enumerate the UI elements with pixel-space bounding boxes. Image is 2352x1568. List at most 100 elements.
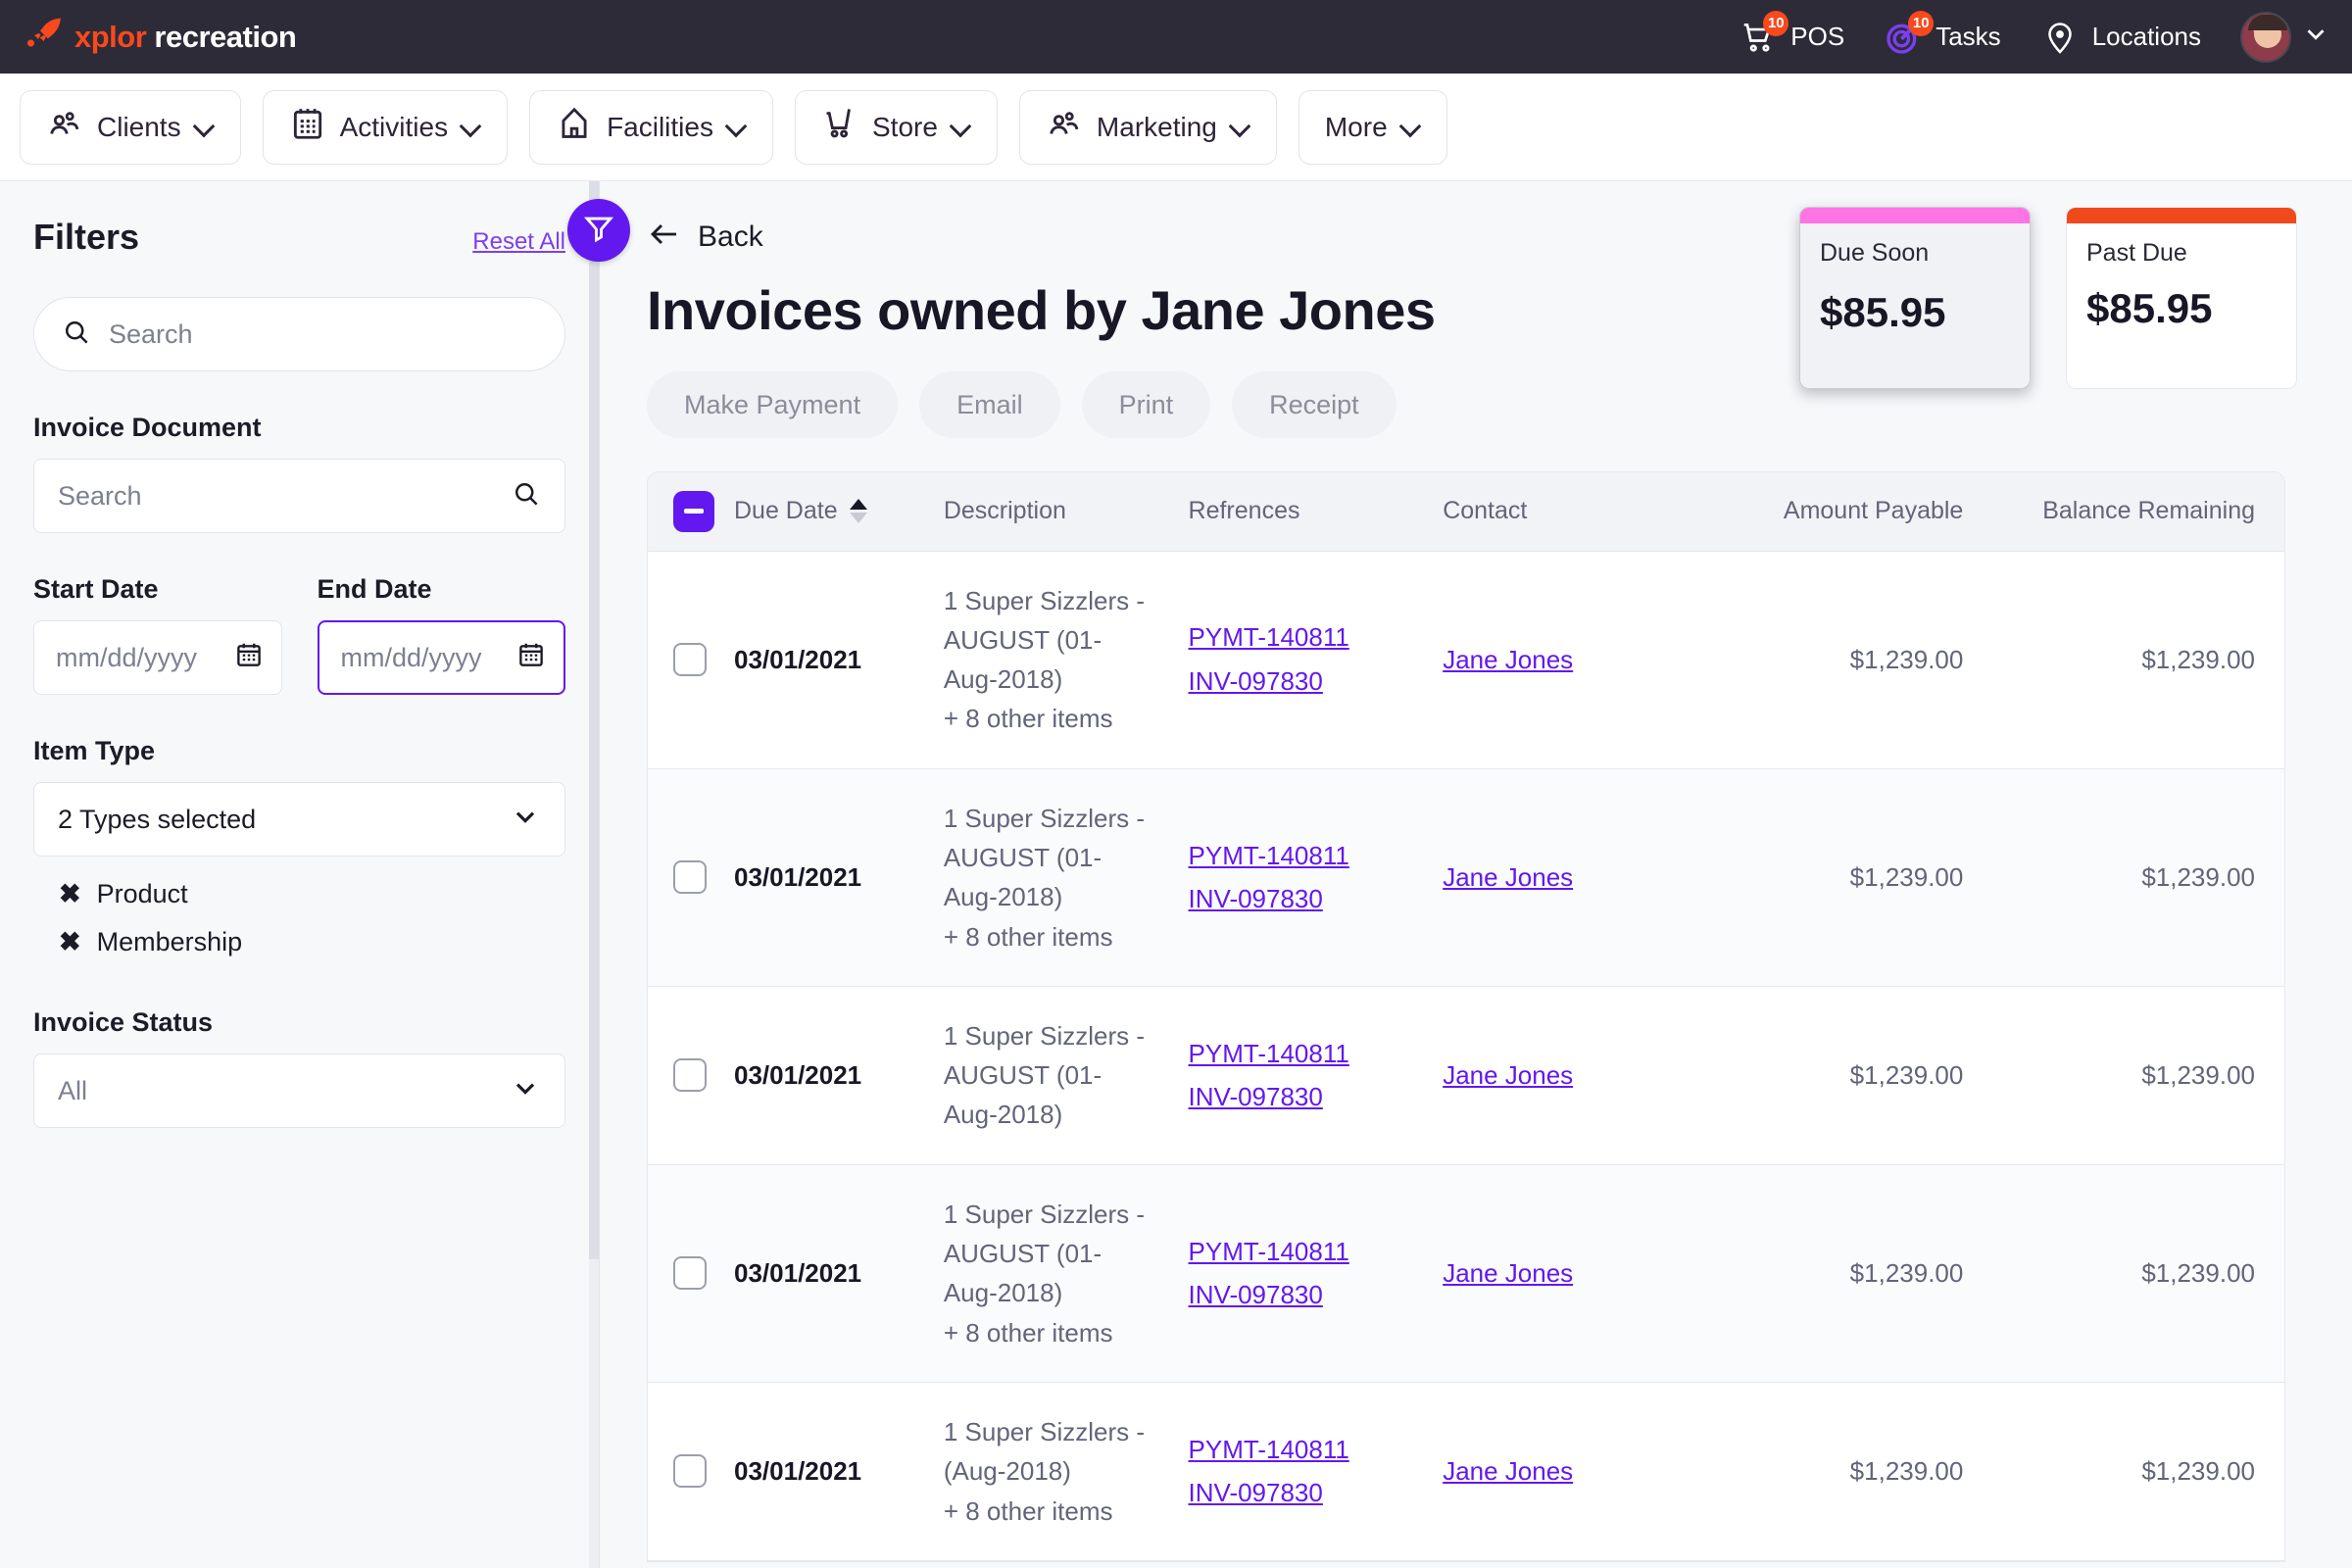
calendar-icon <box>289 105 326 149</box>
col-description[interactable]: Description <box>933 472 1179 552</box>
end-date-field[interactable]: mm/dd/yyyy <box>317 620 565 695</box>
menu-facilities-label: Facilities <box>607 111 713 142</box>
brand-logo[interactable]: xplor recreation <box>25 15 297 59</box>
reference-link[interactable]: INV-097830 <box>1189 1075 1424 1119</box>
reference-link[interactable]: INV-097830 <box>1189 877 1424 921</box>
user-menu[interactable] <box>2240 11 2330 63</box>
calendar-icon[interactable] <box>234 640 264 676</box>
contact-link[interactable]: Jane Jones <box>1443 645 1573 674</box>
past-due-label: Past Due <box>2086 239 2187 267</box>
chevron-down-icon <box>1231 118 1250 137</box>
target-icon: 10 <box>1884 10 1935 57</box>
menu-marketing[interactable]: Marketing <box>1018 89 1277 165</box>
calendar-icon[interactable] <box>516 640 546 676</box>
reference-link[interactable]: PYMT-140811 <box>1189 1428 1424 1472</box>
filters-title: Filters <box>33 217 140 257</box>
nav-tasks[interactable]: 10 Tasks <box>1884 10 2001 57</box>
reference-link[interactable]: PYMT-140811 <box>1189 1230 1424 1274</box>
reference-link[interactable]: INV-097830 <box>1189 660 1424 704</box>
print-button[interactable]: Print <box>1081 371 1211 438</box>
reference-link[interactable]: INV-097830 <box>1189 1273 1424 1317</box>
start-date-value: mm/dd/yyyy <box>56 642 198 672</box>
item-type-chip-membership[interactable]: ✖ Membership <box>33 918 565 966</box>
menu-activities[interactable]: Activities <box>262 89 509 165</box>
table-row[interactable]: 03/01/2021 1 Super Sizzlers - AUGUST (01- A… <box>648 768 2284 987</box>
past-due-card[interactable]: Past Due $85.95 <box>2066 207 2297 389</box>
filter-funnel-icon <box>582 212 615 250</box>
close-icon[interactable]: ✖ <box>59 881 81 907</box>
back-label: Back <box>698 220 763 253</box>
cell-amount-payable: $1,239.00 <box>1726 1382 1991 1561</box>
item-type-select[interactable]: 2 Types selected <box>33 782 565 857</box>
reference-link[interactable]: PYMT-140811 <box>1189 615 1424 660</box>
sort-asc-icon <box>849 499 867 511</box>
description-line: 1 Super Sizzlers - <box>943 803 1146 833</box>
chevron-down-icon <box>1401 118 1421 137</box>
search-input[interactable] <box>109 318 537 350</box>
row-checkbox[interactable] <box>673 1256 707 1291</box>
reference-link[interactable]: PYMT-140811 <box>1189 1032 1424 1076</box>
nav-pos[interactable]: 10 POS <box>1739 10 1844 57</box>
sidebar-scrollbar-track[interactable] <box>589 181 599 1568</box>
col-due-date[interactable]: Due Date <box>724 472 934 552</box>
row-select-cell <box>648 986 724 1165</box>
due-soon-card[interactable]: Due Soon $85.95 <box>1799 207 2031 389</box>
menu-clients[interactable]: Clients <box>20 89 241 165</box>
description-line: Aug-2018) <box>943 882 1063 912</box>
row-checkbox[interactable] <box>673 860 707 895</box>
reset-all-link[interactable]: Reset All <box>472 228 565 256</box>
brand-name: xplor recreation <box>74 19 297 55</box>
col-references[interactable]: Refrences <box>1178 472 1434 552</box>
col-amount-payable[interactable]: Amount Payable <box>1726 472 1991 552</box>
menu-facilities[interactable]: Facilities <box>529 89 773 165</box>
pos-badge: 10 <box>1763 10 1789 36</box>
start-date-group: Start Date mm/dd/yyyy <box>33 533 282 695</box>
start-date-field[interactable]: mm/dd/yyyy <box>33 620 282 695</box>
invoice-document-input[interactable] <box>58 480 445 512</box>
cell-due-date: 03/01/2021 <box>724 1164 934 1383</box>
nav-locations[interactable]: Locations <box>2040 18 2201 57</box>
row-checkbox[interactable] <box>673 1058 707 1093</box>
brand-name-orange: xplor <box>74 19 147 54</box>
table-row[interactable]: 03/01/2021 1 Super Sizzlers - AUGUST (01- A… <box>648 986 2284 1165</box>
receipt-button[interactable]: Receipt <box>1232 371 1396 438</box>
building-icon <box>556 105 593 149</box>
email-button[interactable]: Email <box>919 371 1060 438</box>
table-row[interactable]: 03/01/2021 1 Super Sizzlers - (Aug-2018) + … <box>648 1382 2284 1561</box>
invoice-document-field[interactable] <box>33 459 565 533</box>
menu-store[interactable]: Store <box>794 89 998 165</box>
invoices-table-head: Due Date Description Refrences Contact A… <box>648 472 2284 552</box>
description-line: AUGUST (01- <box>943 1239 1102 1269</box>
table-row[interactable]: 03/01/2021 1 Super Sizzlers - AUGUST (01- A… <box>648 551 2284 769</box>
cell-due-date: 03/01/2021 <box>724 551 934 769</box>
primary-menu-bar: Clients Activities Facilities Store Mark… <box>0 74 2352 181</box>
select-all-checkbox[interactable] <box>673 490 714 532</box>
cell-contact: Jane Jones <box>1433 1164 1727 1383</box>
cell-description: 1 Super Sizzlers - (Aug-2018) + 8 other it… <box>933 1382 1179 1561</box>
row-checkbox[interactable] <box>673 643 707 677</box>
description-line: AUGUST (01- <box>943 1060 1102 1091</box>
reference-link[interactable]: INV-097830 <box>1189 1471 1424 1515</box>
table-row[interactable]: 03/01/2021 1 Super Sizzlers - AUGUST (01- A… <box>648 1164 2284 1383</box>
col-due-date-label: Due Date <box>734 497 838 525</box>
menu-more[interactable]: More <box>1298 89 1447 165</box>
sidebar-scrollbar-thumb[interactable] <box>589 181 599 1259</box>
item-type-chip-product[interactable]: ✖ Product <box>33 870 565 918</box>
sort-arrows-icon[interactable] <box>849 499 867 524</box>
end-date-group: End Date mm/dd/yyyy <box>317 533 565 695</box>
close-icon[interactable]: ✖ <box>59 929 81 956</box>
invoice-status-select[interactable]: All <box>33 1054 565 1128</box>
col-balance-remaining[interactable]: Balance Remaining <box>1990 472 2284 552</box>
reference-link[interactable]: PYMT-140811 <box>1189 834 1424 878</box>
make-payment-button[interactable]: Make Payment <box>647 371 899 438</box>
contact-link[interactable]: Jane Jones <box>1443 862 1573 892</box>
filter-toggle-button[interactable] <box>567 199 630 262</box>
contact-link[interactable]: Jane Jones <box>1443 1456 1573 1486</box>
row-checkbox[interactable] <box>673 1454 707 1489</box>
contact-link[interactable]: Jane Jones <box>1443 1258 1573 1288</box>
sidebar-search-field[interactable] <box>33 297 565 371</box>
contact-link[interactable]: Jane Jones <box>1443 1060 1573 1090</box>
table-header-row: Due Date Description Refrences Contact A… <box>648 472 2284 552</box>
search-icon[interactable] <box>512 479 541 514</box>
col-contact[interactable]: Contact <box>1433 472 1727 552</box>
